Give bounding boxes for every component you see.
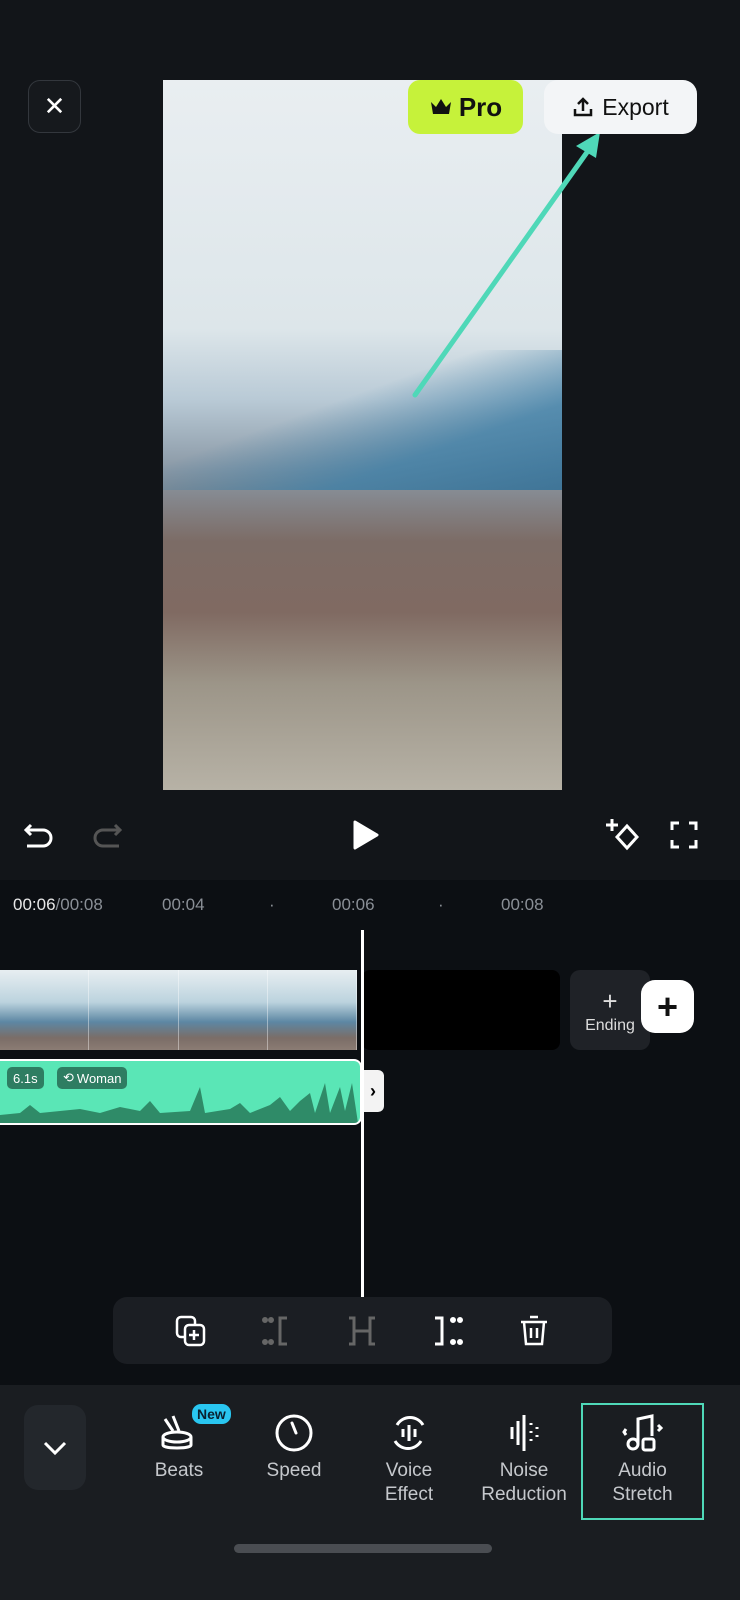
split-icon[interactable] — [345, 1314, 379, 1348]
playhead[interactable] — [361, 930, 364, 1297]
video-clip[interactable] — [0, 970, 357, 1050]
add-clip-button[interactable]: + — [641, 980, 694, 1033]
keyframe-add-icon — [606, 819, 640, 851]
close-icon: ✕ — [43, 91, 66, 121]
home-indicator — [234, 1544, 492, 1553]
new-badge: New — [192, 1404, 231, 1424]
tool-voice-effect[interactable]: Voice Effect — [350, 1405, 468, 1517]
crown-icon — [430, 99, 451, 114]
fullscreen-icon — [670, 821, 698, 849]
redo-button[interactable] — [90, 815, 124, 855]
fullscreen-button[interactable] — [666, 815, 702, 855]
ruler-tick: 00:04 — [162, 895, 205, 914]
annotation-arrow — [412, 132, 600, 398]
audio-stretch-icon — [621, 1414, 663, 1452]
ruler-tick: 00:06 — [332, 895, 375, 914]
audio-trim-handle[interactable]: › — [362, 1070, 384, 1112]
trim-end-icon[interactable] — [431, 1314, 465, 1348]
undo-icon — [23, 823, 53, 848]
time-readout: 00:06/00:08 — [13, 895, 103, 914]
tool-noise-reduction[interactable]: Noise Reduction — [465, 1405, 583, 1517]
redo-icon — [93, 823, 123, 848]
trim-start-icon[interactable] — [260, 1314, 294, 1348]
plus-icon: + — [602, 985, 618, 1016]
chevron-down-icon — [43, 1441, 67, 1455]
voice-change-icon: ⟲ — [63, 1070, 74, 1085]
pro-button[interactable]: Pro — [408, 80, 523, 134]
tool-label: Audio Stretch — [612, 1460, 673, 1505]
duration-tag: 6.1s — [7, 1067, 44, 1089]
tool-label: Noise Reduction — [481, 1460, 567, 1505]
empty-clip[interactable] — [362, 970, 560, 1050]
duplicate-icon[interactable] — [174, 1314, 208, 1348]
plus-icon: + — [656, 985, 679, 1027]
audio-waveform — [0, 1083, 358, 1123]
add-keyframe-button[interactable] — [603, 815, 643, 855]
noise-reduction-icon — [510, 1415, 539, 1451]
audio-clip[interactable]: 6.1s ⟲ Woman — [0, 1059, 362, 1125]
ruler-tick: 00:08 — [501, 895, 544, 914]
tool-audio-stretch[interactable]: Audio Stretch — [581, 1403, 704, 1520]
tool-label: Beats — [154, 1460, 204, 1481]
delete-icon[interactable] — [517, 1314, 551, 1348]
undo-button[interactable] — [22, 815, 56, 855]
tool-speed[interactable]: Speed — [235, 1405, 353, 1517]
play-button[interactable] — [345, 815, 385, 855]
close-button[interactable]: ✕ — [28, 80, 81, 133]
collapse-button[interactable] — [24, 1405, 86, 1490]
add-ending-button[interactable]: + Ending — [570, 970, 650, 1050]
ending-label: Ending — [585, 1016, 635, 1034]
ruler-dot: · — [269, 895, 275, 914]
ruler-dot: · — [438, 895, 444, 914]
voice-effect-icon — [393, 1415, 425, 1451]
export-button[interactable]: Export — [544, 80, 697, 134]
clip-toolbar — [113, 1297, 612, 1364]
play-icon — [353, 820, 379, 850]
voice-tag: ⟲ Woman — [57, 1067, 128, 1089]
upload-icon — [574, 97, 593, 117]
tool-label: Speed — [266, 1460, 322, 1481]
tool-label: Voice Effect — [384, 1460, 434, 1505]
pro-label: Pro — [458, 91, 503, 122]
export-label: Export — [602, 93, 669, 120]
speedometer-icon — [275, 1414, 313, 1452]
